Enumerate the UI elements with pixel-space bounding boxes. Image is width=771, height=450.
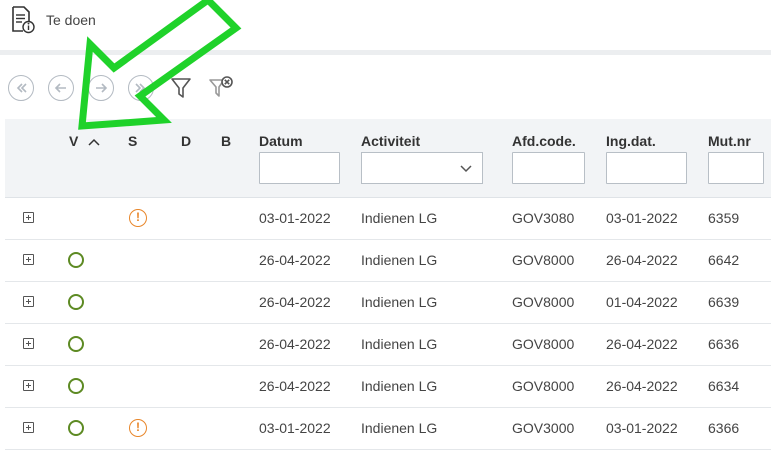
cell-afdcode: GOV8000 xyxy=(512,294,575,310)
expand-row-icon[interactable] xyxy=(23,422,34,433)
cell-activiteit: Indienen LG xyxy=(361,294,438,310)
previous-page-icon xyxy=(54,83,66,93)
cell-activiteit: Indienen LG xyxy=(361,252,438,268)
status-ok-icon xyxy=(68,420,84,436)
cell-datum: 26-04-2022 xyxy=(259,378,331,394)
activiteit-filter-select[interactable] xyxy=(361,152,483,184)
cell-mutnr: 6634 xyxy=(708,378,740,394)
table-row[interactable]: ! 03-01-2022 Indienen LG GOV3000 03-01-2022 6… xyxy=(5,408,771,450)
first-page-icon xyxy=(16,83,27,93)
cell-activiteit: Indienen LG xyxy=(361,210,438,226)
warning-icon: ! xyxy=(129,419,147,437)
cell-activiteit: Indienen LG xyxy=(361,420,438,436)
cell-datum: 26-04-2022 xyxy=(259,252,331,268)
filter-icon[interactable] xyxy=(168,74,194,102)
expand-row-icon[interactable] xyxy=(23,296,34,307)
cell-datum: 26-04-2022 xyxy=(259,336,331,352)
cell-afdcode: GOV8000 xyxy=(512,378,575,394)
table-row[interactable]: 26-04-2022 Indienen LG GOV8000 26-04-2022 66… xyxy=(5,366,771,408)
cell-ingdat: 03-01-2022 xyxy=(606,420,678,436)
cell-datum: 03-01-2022 xyxy=(259,420,331,436)
column-header-activiteit[interactable]: Activiteit xyxy=(361,133,420,149)
cell-activiteit: Indienen LG xyxy=(361,378,438,394)
status-ok-icon xyxy=(68,294,84,310)
last-page-icon xyxy=(135,83,146,93)
afdcode-filter-input[interactable] xyxy=(512,152,585,184)
status-ok-icon xyxy=(68,378,84,394)
previous-page-button[interactable] xyxy=(48,75,74,101)
column-header-ingdat[interactable]: Ing.dat. xyxy=(606,133,656,149)
datum-filter-input[interactable] xyxy=(259,152,340,184)
cell-mutnr: 6639 xyxy=(708,294,740,310)
column-header-datum[interactable]: Datum xyxy=(259,133,303,149)
cell-afdcode: GOV3000 xyxy=(512,420,575,436)
sort-ascending-icon xyxy=(88,139,100,146)
column-header-v[interactable]: V xyxy=(69,133,100,149)
table-row[interactable]: 26-04-2022 Indienen LG GOV8000 26-04-2022 66… xyxy=(5,240,771,282)
document-info-icon xyxy=(12,6,35,34)
expand-row-icon[interactable] xyxy=(23,254,34,265)
table-row[interactable]: 26-04-2022 Indienen LG GOV8000 01-04-2022 66… xyxy=(5,282,771,324)
grid-toolbar xyxy=(0,70,771,106)
first-page-button[interactable] xyxy=(8,75,34,101)
cell-ingdat: 03-01-2022 xyxy=(606,210,678,226)
table-row[interactable]: ! 03-01-2022 Indienen LG GOV3080 03-01-2022 6… xyxy=(5,198,771,240)
cell-afdcode: GOV8000 xyxy=(512,252,575,268)
warning-icon: ! xyxy=(129,209,147,227)
cell-ingdat: 26-04-2022 xyxy=(606,252,678,268)
table-header: V S D B Datum Activiteit Afd.code. Ing.d… xyxy=(5,119,771,198)
cell-datum: 03-01-2022 xyxy=(259,210,331,226)
clear-filter-icon[interactable] xyxy=(208,74,234,102)
cell-mutnr: 6359 xyxy=(708,210,740,226)
next-page-button[interactable] xyxy=(88,75,114,101)
expand-row-icon[interactable] xyxy=(23,212,34,223)
page-header: Te doen xyxy=(0,0,771,50)
column-header-b[interactable]: B xyxy=(221,133,231,149)
ingdat-filter-input[interactable] xyxy=(606,152,687,184)
cell-ingdat: 26-04-2022 xyxy=(606,336,678,352)
column-header-mutnr[interactable]: Mut.nr xyxy=(708,133,751,149)
column-header-s[interactable]: S xyxy=(128,133,137,149)
expand-row-icon[interactable] xyxy=(23,338,34,349)
column-header-d[interactable]: D xyxy=(181,133,191,149)
header-divider xyxy=(0,50,771,55)
chevron-down-icon xyxy=(460,165,472,173)
status-ok-icon xyxy=(68,252,84,268)
cell-afdcode: GOV8000 xyxy=(512,336,575,352)
mutnr-filter-input[interactable] xyxy=(708,152,764,184)
cell-mutnr: 6642 xyxy=(708,252,740,268)
cell-ingdat: 01-04-2022 xyxy=(606,294,678,310)
cell-mutnr: 6636 xyxy=(708,336,740,352)
cell-afdcode: GOV3080 xyxy=(512,210,575,226)
cell-activiteit: Indienen LG xyxy=(361,336,438,352)
last-page-button[interactable] xyxy=(128,75,154,101)
cell-datum: 26-04-2022 xyxy=(259,294,331,310)
cell-mutnr: 6366 xyxy=(708,420,740,436)
expand-row-icon[interactable] xyxy=(23,380,34,391)
cell-ingdat: 26-04-2022 xyxy=(606,378,678,394)
next-page-icon xyxy=(96,83,108,93)
page-title: Te doen xyxy=(46,12,96,28)
status-ok-icon xyxy=(68,336,84,352)
column-header-afdcode[interactable]: Afd.code. xyxy=(512,133,576,149)
table-row[interactable]: 26-04-2022 Indienen LG GOV8000 26-04-2022 66… xyxy=(5,324,771,366)
